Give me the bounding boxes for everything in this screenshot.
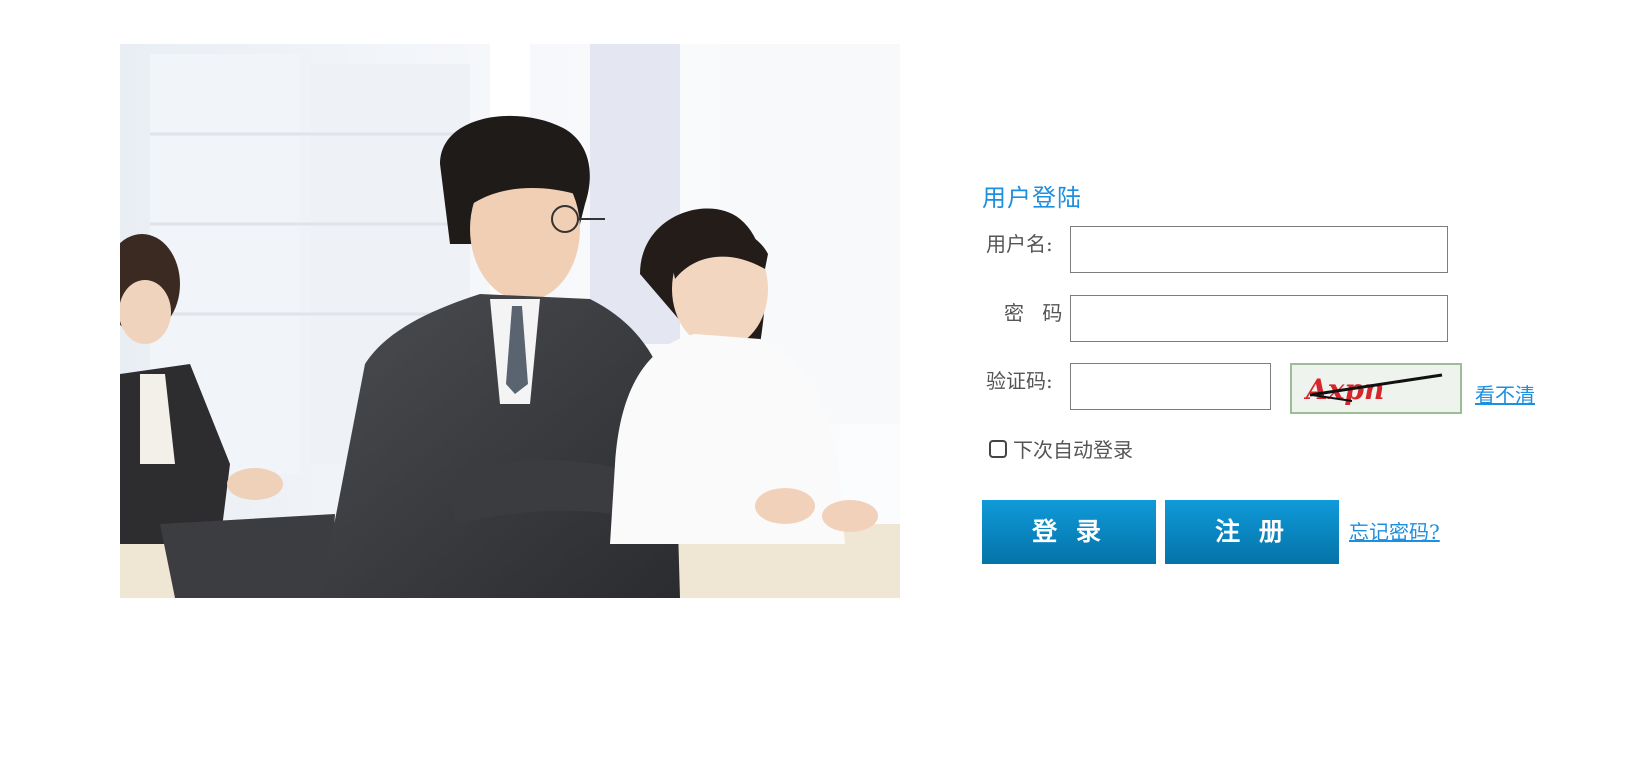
- remember-me-label: 下次自动登录: [1013, 438, 1133, 462]
- username-input[interactable]: [1070, 226, 1448, 273]
- checkbox-icon[interactable]: [989, 439, 1007, 458]
- username-label: 用户名:: [986, 232, 1053, 256]
- login-title: 用户登陆: [982, 184, 1082, 212]
- office-meeting-photo-icon: [120, 44, 900, 598]
- captcha-label: 验证码:: [986, 369, 1053, 393]
- password-input[interactable]: [1070, 295, 1448, 342]
- captcha-input[interactable]: [1070, 363, 1271, 410]
- hero-photo: [120, 44, 900, 598]
- login-button[interactable]: 登 录: [982, 500, 1156, 564]
- captcha-image-icon: Axpn: [1292, 365, 1460, 412]
- register-button[interactable]: 注 册: [1165, 500, 1339, 564]
- login-page: 用户登陆 用户名: 密 码: 验证码: Axpn 看不清 下次自动登录 登 录 …: [0, 0, 1644, 772]
- refresh-captcha-link[interactable]: 看不清: [1475, 379, 1535, 408]
- remember-me-checkbox[interactable]: 下次自动登录: [989, 434, 1133, 463]
- login-panel: 用户登陆 用户名: 密 码: 验证码: Axpn 看不清 下次自动登录 登 录 …: [980, 176, 1580, 576]
- forgot-password-link[interactable]: 忘记密码?: [1349, 516, 1440, 545]
- captcha-image[interactable]: Axpn: [1290, 363, 1462, 414]
